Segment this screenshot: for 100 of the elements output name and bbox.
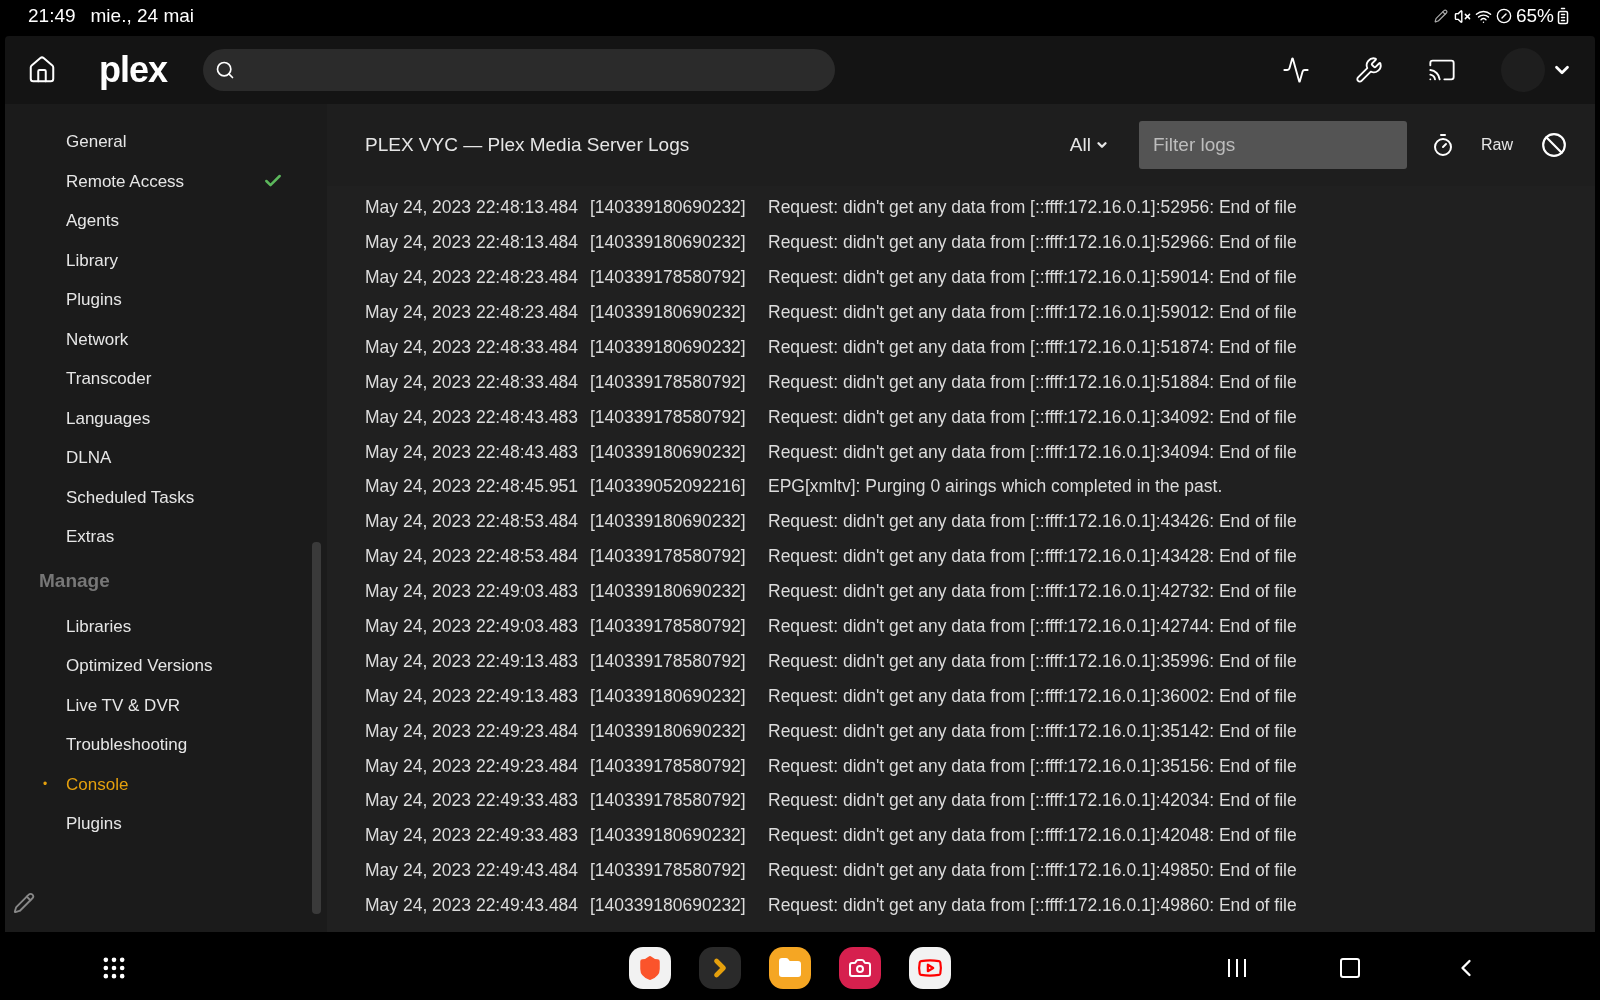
log-timestamp: May 24, 2023 22:49:33.483 bbox=[365, 789, 580, 813]
section-heading: Manage bbox=[39, 569, 110, 594]
sidebar-item[interactable]: Plugins bbox=[66, 287, 122, 313]
log-timestamp: May 24, 2023 22:48:23.484 bbox=[365, 266, 580, 290]
log-message: Request: didn't get any data from [::ffff:172.16.0.1]:42744: End of file bbox=[768, 615, 1297, 638]
log-message: Request: didn't get any data from [::ffff:172.16.0.1]:35142: End of file bbox=[768, 719, 1297, 743]
sidebar-item[interactable]: General bbox=[66, 129, 127, 155]
log-thread-id: [140339180690232] bbox=[590, 824, 747, 848]
log-message: Request: didn't get any data from [::ffff:172.16.0.1]:49860: End of file bbox=[768, 894, 1297, 918]
log-message: Request: didn't get any data from [::ffff:172.16.0.1]:35996: End of file bbox=[768, 649, 1297, 673]
log-message: Request: didn't get any data from [::ffff:172.16.0.1]:34094: End of file bbox=[768, 440, 1297, 464]
mute-icon bbox=[1453, 7, 1471, 25]
status-date: mie., 24 mai bbox=[90, 3, 195, 28]
log-message: Request: didn't get any data from [::ffff:172.16.0.1]:34092: End of file bbox=[768, 405, 1297, 429]
sidebar-item[interactable]: Network bbox=[66, 326, 129, 352]
log-timestamp: May 24, 2023 22:48:23.484 bbox=[365, 301, 580, 324]
log-message: Request: didn't get any data from [::ffff:172.16.0.1]:43428: End of file bbox=[768, 545, 1297, 569]
log-message: Request: didn't get any data from [::ffff:172.16.0.1]:52956: End of file bbox=[768, 196, 1297, 220]
log-thread-id: [140339180690232] bbox=[590, 440, 747, 464]
log-timestamp: May 24, 2023 22:49:03.483 bbox=[365, 580, 580, 604]
log-thread-id: [140339178580792] bbox=[590, 370, 747, 394]
log-timestamp: May 24, 2023 22:48:45.951 bbox=[365, 475, 580, 499]
log-message: Request: didn't get any data from [::ffff:172.16.0.1]:43426: End of file bbox=[768, 510, 1297, 534]
log-thread-id: [140339178580792] bbox=[590, 789, 747, 813]
sidebar-item[interactable]: Plugins bbox=[66, 811, 122, 837]
scrollbar[interactable] bbox=[312, 542, 321, 914]
log-message: Request: didn't get any data from [::ffff:172.16.0.1]:42048: End of file bbox=[768, 824, 1297, 848]
log-thread-id: [140339178580792] bbox=[590, 649, 747, 673]
sidebar-item[interactable]: Transcoder bbox=[66, 366, 152, 392]
log-thread-id: [140339180690232] bbox=[590, 301, 747, 324]
plex-logo[interactable]: plex bbox=[99, 52, 168, 88]
log-title: PLEX VYC — Plex Media Server Logs bbox=[365, 132, 690, 157]
recent-apps-icon[interactable] bbox=[1226, 958, 1248, 978]
sidebar-item[interactable]: DLNA bbox=[66, 445, 112, 471]
level-dropdown[interactable]: All bbox=[1069, 130, 1109, 160]
sidebar-item[interactable]: Troubleshooting bbox=[66, 732, 188, 758]
search-icon bbox=[215, 60, 236, 80]
log-timestamp: May 24, 2023 22:48:53.484 bbox=[365, 510, 580, 534]
log-thread-id: [140339180690232] bbox=[590, 719, 747, 743]
sidebar-item[interactable]: Library bbox=[66, 247, 118, 273]
sidebar-item[interactable]: Extras bbox=[66, 524, 115, 550]
raw-button[interactable]: Raw bbox=[1481, 133, 1513, 157]
log-thread-id: [140339180690232] bbox=[590, 894, 747, 918]
log-thread-id: [140339178580792] bbox=[590, 545, 747, 569]
log-timestamp: May 24, 2023 22:49:23.484 bbox=[365, 719, 580, 743]
battery-percent: 65% bbox=[1515, 3, 1554, 28]
folder-app-icon[interactable] bbox=[769, 947, 811, 989]
activity-icon[interactable] bbox=[1282, 56, 1310, 84]
do-not-disturb-icon bbox=[1495, 8, 1512, 24]
log-timestamp: May 24, 2023 22:48:13.484 bbox=[365, 196, 580, 220]
log-message: Request: didn't get any data from [::ffff:172.16.0.1]:36002: End of file bbox=[768, 684, 1297, 708]
log-timestamp: May 24, 2023 22:49:33.483 bbox=[365, 824, 580, 848]
camera-app-icon[interactable] bbox=[839, 947, 881, 989]
settings-icon[interactable] bbox=[1355, 56, 1383, 84]
log-message: Request: didn't get any data from [::ffff:172.16.0.1]:51874: End of file bbox=[768, 335, 1297, 359]
sidebar-item[interactable]: Scheduled Tasks bbox=[66, 484, 195, 510]
active-dot: • bbox=[43, 776, 48, 794]
timer-icon[interactable] bbox=[1431, 133, 1455, 157]
pencil-icon bbox=[1433, 9, 1448, 23]
log-timestamp: May 24, 2023 22:48:53.484 bbox=[365, 545, 580, 569]
chevron-app-icon[interactable] bbox=[699, 947, 741, 989]
log-thread-id: [140339052092216] bbox=[590, 475, 747, 499]
log-thread-id: [140339178580792] bbox=[590, 859, 747, 883]
sidebar-item[interactable]: Console bbox=[66, 771, 129, 797]
log-timestamp: May 24, 2023 22:48:43.483 bbox=[365, 405, 580, 429]
log-message: Request: didn't get any data from [::ffff:172.16.0.1]:51884: End of file bbox=[768, 370, 1297, 394]
log-message: Request: didn't get any data from [::ffff:172.16.0.1]:52966: End of file bbox=[768, 231, 1297, 255]
log-timestamp: May 24, 2023 22:49:13.483 bbox=[365, 649, 580, 673]
home-button-icon[interactable] bbox=[1338, 956, 1362, 980]
log-message: Request: didn't get any data from [::ffff:172.16.0.1]:59014: End of file bbox=[768, 266, 1297, 290]
log-message: Request: didn't get any data from [::ffff:172.16.0.1]:59012: End of file bbox=[768, 301, 1297, 324]
log-timestamp: May 24, 2023 22:49:43.484 bbox=[365, 894, 580, 918]
log-thread-id: [140339178580792] bbox=[590, 405, 747, 429]
log-message: Request: didn't get any data from [::ffff:172.16.0.1]:35156: End of file bbox=[768, 754, 1297, 778]
clear-icon[interactable] bbox=[1541, 132, 1567, 158]
sidebar-item[interactable]: Languages bbox=[66, 405, 151, 431]
log-timestamp: May 24, 2023 22:48:43.483 bbox=[365, 440, 580, 464]
pencil-icon[interactable] bbox=[13, 892, 35, 914]
log-thread-id: [140339180690232] bbox=[590, 684, 747, 708]
sidebar-item[interactable]: Live TV & DVR bbox=[66, 692, 180, 718]
log-thread-id: [140339180690232] bbox=[590, 335, 747, 359]
sidebar-item[interactable]: Libraries bbox=[66, 613, 132, 639]
log-thread-id: [140339178580792] bbox=[590, 266, 747, 290]
sidebar-item[interactable]: Remote Access bbox=[66, 168, 185, 194]
home-icon[interactable] bbox=[27, 55, 57, 85]
log-timestamp: May 24, 2023 22:49:03.483 bbox=[365, 615, 580, 638]
sidebar-item[interactable]: Optimized Versions bbox=[66, 653, 213, 679]
search-field[interactable] bbox=[203, 49, 836, 91]
log-message: Request: didn't get any data from [::ffff:172.16.0.1]:42034: End of file bbox=[768, 789, 1297, 813]
log-thread-id: [140339178580792] bbox=[590, 754, 747, 778]
log-timestamp: May 24, 2023 22:48:13.484 bbox=[365, 231, 580, 255]
filter-field[interactable]: Filter logs bbox=[1139, 121, 1407, 169]
log-thread-id: [140339180690232] bbox=[590, 580, 747, 604]
log-timestamp: May 24, 2023 22:49:43.484 bbox=[365, 859, 580, 883]
log-thread-id: [140339180690232] bbox=[590, 231, 747, 255]
log-message: EPG[xmltv]: Purging 0 airings which completed in the past. bbox=[768, 475, 1223, 499]
sidebar-item[interactable]: Agents bbox=[66, 208, 119, 234]
log-message: Request: didn't get any data from [::ffff:172.16.0.1]:49850: End of file bbox=[768, 859, 1297, 883]
play-app-icon[interactable] bbox=[909, 947, 951, 989]
clock-time: 21:49 bbox=[28, 3, 76, 28]
